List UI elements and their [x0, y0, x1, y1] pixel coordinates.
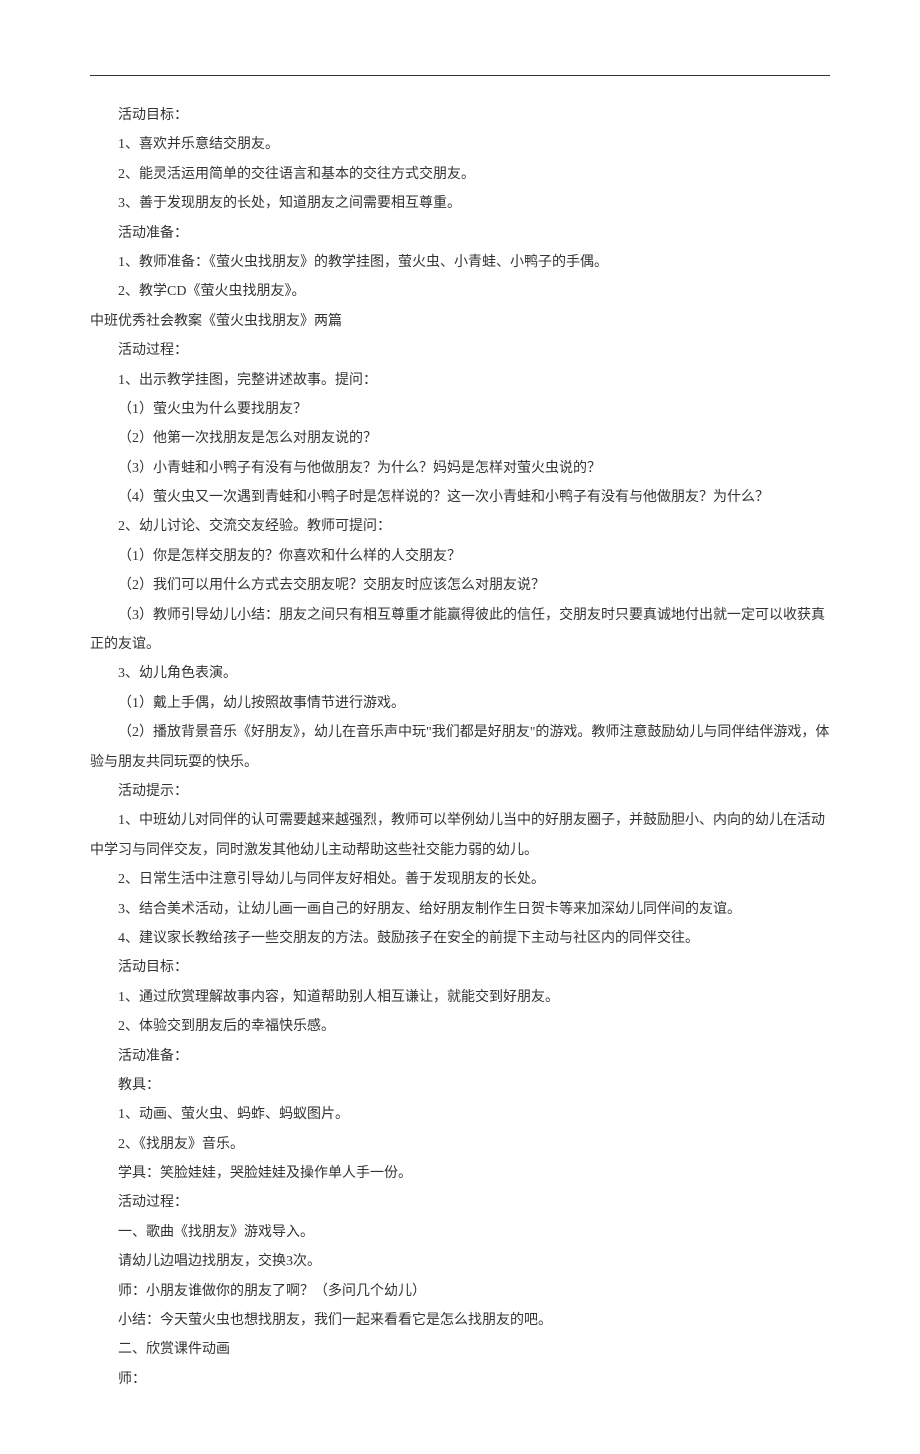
- paragraph: 请幼儿边唱边找朋友，交换3次。: [90, 1247, 830, 1276]
- paragraph: （2）播放背景音乐《好朋友》，幼儿在音乐声中玩"我们都是好朋友"的游戏。教师注意…: [90, 718, 830, 777]
- paragraph: 活动过程：: [90, 1188, 830, 1217]
- paragraph: 1、中班幼儿对同伴的认可需要越来越强烈，教师可以举例幼儿当中的好朋友圈子，并鼓励…: [90, 806, 830, 865]
- paragraph: （1）你是怎样交朋友的？你喜欢和什么样的人交朋友？: [90, 542, 830, 571]
- paragraph: 2、能灵活运用简单的交往语言和基本的交往方式交朋友。: [90, 160, 830, 189]
- paragraph: 2、教学CD《萤火虫找朋友》。: [90, 277, 830, 306]
- paragraph: 1、喜欢并乐意结交朋友。: [90, 130, 830, 159]
- document-body: 活动目标：1、喜欢并乐意结交朋友。2、能灵活运用简单的交往语言和基本的交往方式交…: [90, 101, 830, 1394]
- paragraph: 学具：笑脸娃娃，哭脸娃娃及操作单人手一份。: [90, 1159, 830, 1188]
- paragraph: 活动准备：: [90, 1042, 830, 1071]
- paragraph: 活动准备：: [90, 219, 830, 248]
- paragraph: 1、通过欣赏理解故事内容，知道帮助别人相互谦让，就能交到好朋友。: [90, 983, 830, 1012]
- paragraph: 一、歌曲《找朋友》游戏导入。: [90, 1218, 830, 1247]
- paragraph: （1）萤火虫为什么要找朋友？: [90, 395, 830, 424]
- paragraph: 3、幼儿角色表演。: [90, 659, 830, 688]
- paragraph: （3）小青蛙和小鸭子有没有与他做朋友？为什么？妈妈是怎样对萤火虫说的？: [90, 454, 830, 483]
- paragraph: 1、出示教学挂图，完整讲述故事。提问：: [90, 366, 830, 395]
- paragraph: 3、结合美术活动，让幼儿画一画自己的好朋友、给好朋友制作生日贺卡等来加深幼儿同伴…: [90, 895, 830, 924]
- paragraph: 二、欣赏课件动画: [90, 1335, 830, 1364]
- paragraph: 2、日常生活中注意引导幼儿与同伴友好相处。善于发现朋友的长处。: [90, 865, 830, 894]
- paragraph: 小结：今天萤火虫也想找朋友，我们一起来看看它是怎么找朋友的吧。: [90, 1306, 830, 1335]
- paragraph: 教具：: [90, 1071, 830, 1100]
- paragraph: （2）他第一次找朋友是怎么对朋友说的？: [90, 424, 830, 453]
- paragraph: （1）戴上手偶，幼儿按照故事情节进行游戏。: [90, 689, 830, 718]
- paragraph: 2、幼儿讨论、交流交友经验。教师可提问：: [90, 512, 830, 541]
- paragraph: 中班优秀社会教案《萤火虫找朋友》两篇: [90, 307, 830, 336]
- paragraph: 3、善于发现朋友的长处，知道朋友之间需要相互尊重。: [90, 189, 830, 218]
- paragraph: 师：: [90, 1365, 830, 1394]
- paragraph: （3）教师引导幼儿小结：朋友之间只有相互尊重才能赢得彼此的信任，交朋友时只要真诚…: [90, 601, 830, 660]
- paragraph: 活动过程：: [90, 336, 830, 365]
- paragraph: （2）我们可以用什么方式去交朋友呢？交朋友时应该怎么对朋友说？: [90, 571, 830, 600]
- paragraph: 1、动画、萤火虫、蚂蚱、蚂蚁图片。: [90, 1100, 830, 1129]
- paragraph: 活动目标：: [90, 953, 830, 982]
- paragraph: 活动目标：: [90, 101, 830, 130]
- paragraph: （4）萤火虫又一次遇到青蛙和小鸭子时是怎样说的？这一次小青蛙和小鸭子有没有与他做…: [90, 483, 830, 512]
- paragraph: 2、《找朋友》音乐。: [90, 1130, 830, 1159]
- paragraph: 2、体验交到朋友后的幸福快乐感。: [90, 1012, 830, 1041]
- horizontal-rule: [90, 75, 830, 76]
- paragraph: 4、建议家长教给孩子一些交朋友的方法。鼓励孩子在安全的前提下主动与社区内的同伴交…: [90, 924, 830, 953]
- paragraph: 1、教师准备：《萤火虫找朋友》的教学挂图，萤火虫、小青蛙、小鸭子的手偶。: [90, 248, 830, 277]
- paragraph: 活动提示：: [90, 777, 830, 806]
